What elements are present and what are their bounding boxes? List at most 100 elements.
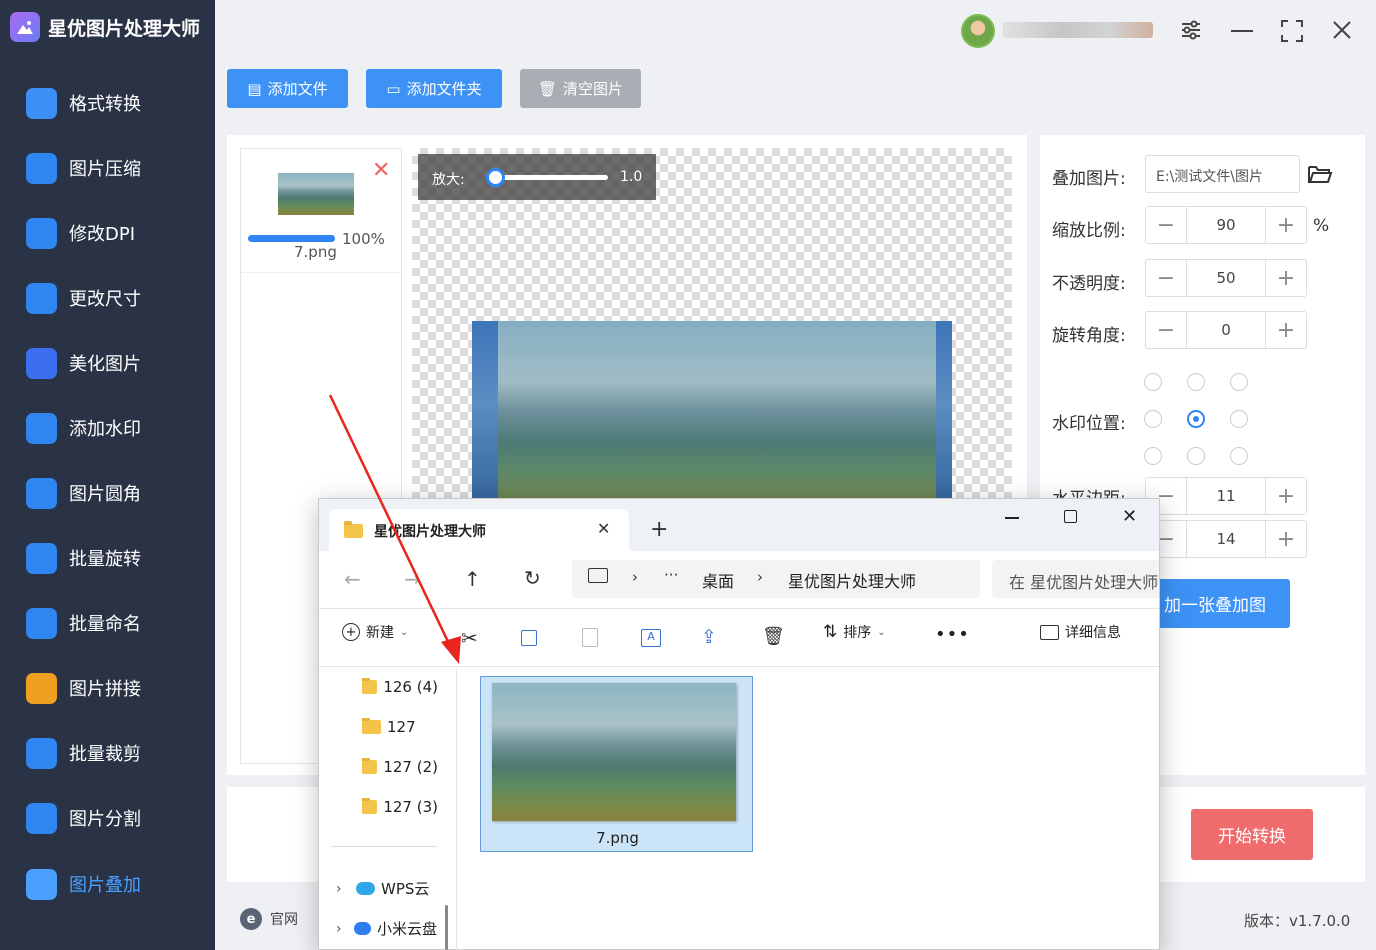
sidebar-item-5[interactable]: 美化图片 <box>26 343 141 383</box>
explorer-maximize-icon[interactable] <box>1064 510 1077 523</box>
position-radio-4[interactable] <box>1144 410 1162 428</box>
position-radio-9[interactable] <box>1230 447 1248 465</box>
position-radio-7[interactable] <box>1144 447 1162 465</box>
minimize-icon[interactable] <box>1231 30 1253 32</box>
paste-icon[interactable] <box>582 628 598 647</box>
sidebar-item-12[interactable]: 图片分割 <box>26 798 141 838</box>
tree-item-label: 127 (2) <box>383 758 438 776</box>
share-icon[interactable]: ⇪ <box>701 626 717 648</box>
official-site-link[interactable]: e 官网 <box>240 908 298 930</box>
sort-button[interactable]: ⇅ 排序 ⌄ <box>823 622 886 642</box>
zoom-slider[interactable] <box>486 168 608 187</box>
file-icon: ▤ <box>247 79 262 98</box>
image-compress-icon <box>26 152 57 184</box>
position-radio-2[interactable] <box>1187 373 1205 391</box>
file-name: 7.png <box>294 243 337 261</box>
rename-icon[interactable]: A <box>641 629 661 647</box>
opacity-decrement-button[interactable]: − <box>1146 260 1186 296</box>
clear-images-label: 清空图片 <box>563 80 624 98</box>
file-grid-item[interactable]: 7.png <box>480 676 753 852</box>
v-margin-value[interactable]: 14 <box>1186 521 1266 557</box>
sidebar-item-9[interactable]: 批量命名 <box>26 603 141 643</box>
settings-sliders-icon[interactable] <box>1180 19 1202 45</box>
sidebar-item-6[interactable]: 添加水印 <box>26 408 141 448</box>
up-icon[interactable]: ↑ <box>464 567 481 591</box>
scale-value[interactable]: 90 <box>1186 207 1266 243</box>
sidebar-item-4[interactable]: 更改尺寸 <box>26 278 141 318</box>
sidebar-item-3[interactable]: 修改DPI <box>26 213 135 253</box>
opacity-increment-button[interactable]: + <box>1266 260 1306 296</box>
chevron-right-icon[interactable]: › <box>336 921 348 937</box>
rotate-decrement-button[interactable]: − <box>1146 312 1186 348</box>
rotate-value[interactable]: 0 <box>1186 312 1266 348</box>
delete-icon[interactable]: 🗑 <box>762 626 785 647</box>
position-radio-3[interactable] <box>1230 373 1248 391</box>
start-convert-button[interactable]: 开始转换 <box>1191 809 1313 860</box>
zoom-slider-handle[interactable] <box>486 168 505 187</box>
sidebar-item-1[interactable]: 格式转换 <box>26 83 141 123</box>
file-item[interactable]: ✕ 100% 7.png <box>241 149 401 273</box>
scale-decrement-button[interactable]: − <box>1146 207 1186 243</box>
scale-increment-button[interactable]: + <box>1266 207 1306 243</box>
sidebar-item-10[interactable]: 图片拼接 <box>26 668 141 708</box>
scale-stepper: − 90 + <box>1145 206 1307 244</box>
tree-item[interactable]: 127 (2) <box>362 758 438 776</box>
opacity-stepper: − 50 + <box>1145 259 1307 297</box>
maximize-icon[interactable] <box>1281 20 1303 46</box>
overlay-path-input[interactable]: E:\测试文件\图片 <box>1145 155 1300 193</box>
sidebar-item-11[interactable]: 批量裁剪 <box>26 733 141 773</box>
position-radio-6[interactable] <box>1230 410 1248 428</box>
sidebar-item-2[interactable]: 图片压缩 <box>26 148 141 188</box>
chevron-down-icon: ⌄ <box>877 626 886 638</box>
add-folder-button[interactable]: ▭ 添加文件夹 <box>366 69 502 108</box>
tree-item[interactable]: › 小米云盘 <box>336 918 437 939</box>
chevron-right-icon[interactable]: › <box>336 881 350 897</box>
file-grid-name: 7.png <box>596 829 639 847</box>
search-input[interactable]: 在 星优图片处理大师 <box>992 560 1159 598</box>
tree-item[interactable]: 127 <box>362 718 438 736</box>
clear-images-button[interactable]: 🗑 清空图片 <box>520 69 641 108</box>
tree-item[interactable]: 126 (4) <box>362 678 438 696</box>
v-margin-stepper: − 14 + <box>1145 520 1307 558</box>
beautify-icon <box>26 347 57 379</box>
new-tab-icon[interactable]: + <box>650 517 668 542</box>
remove-file-icon[interactable]: ✕ <box>372 160 390 182</box>
breadcrumb-folder[interactable]: 星优图片处理大师 <box>788 568 916 592</box>
zoom-control: 放大: 1.0 <box>418 154 656 200</box>
refresh-icon[interactable]: ↻ <box>524 566 541 590</box>
more-options-icon[interactable]: ••• <box>935 624 970 645</box>
sidebar-item-label: 批量命名 <box>69 614 141 635</box>
tree-item[interactable]: › WPS云 <box>336 878 437 899</box>
h-margin-value[interactable]: 11 <box>1186 478 1266 514</box>
explorer-close-icon[interactable]: ✕ <box>1122 506 1137 527</box>
overlay-label: 叠加图片: <box>1052 169 1126 189</box>
v-margin-increment-button[interactable]: + <box>1266 521 1306 557</box>
close-icon[interactable] <box>1332 20 1352 44</box>
details-button[interactable]: 详细信息 <box>1040 622 1121 642</box>
tab-close-icon[interactable]: ✕ <box>597 519 610 538</box>
sidebar-item-label: 批量裁剪 <box>69 744 141 765</box>
scale-unit: % <box>1313 216 1330 236</box>
rotate-increment-button[interactable]: + <box>1266 312 1306 348</box>
sidebar-item-8[interactable]: 批量旋转 <box>26 538 141 578</box>
copy-icon[interactable] <box>521 630 537 646</box>
opacity-value[interactable]: 50 <box>1186 260 1266 296</box>
more-path-icon[interactable]: ··· <box>664 566 678 584</box>
position-radio-1[interactable] <box>1144 373 1162 391</box>
tree-item[interactable]: 127 (3) <box>362 798 438 816</box>
breadcrumb-desktop[interactable]: 桌面 <box>702 568 734 592</box>
address-bar[interactable]: › ··· 桌面 › 星优图片处理大师 <box>572 560 980 598</box>
open-folder-icon[interactable] <box>1307 163 1333 189</box>
h-margin-increment-button[interactable]: + <box>1266 478 1306 514</box>
rotate-icon <box>26 542 57 574</box>
sidebar-item-13[interactable]: 图片叠加 <box>26 864 141 904</box>
position-radio-8[interactable] <box>1187 447 1205 465</box>
sidebar-item-7[interactable]: 图片圆角 <box>26 473 141 513</box>
explorer-minimize-icon[interactable] <box>1005 517 1019 519</box>
tree-scrollbar[interactable] <box>445 905 448 950</box>
position-radio-5[interactable] <box>1187 410 1205 428</box>
add-file-button[interactable]: ▤ 添加文件 <box>227 69 348 108</box>
add-overlay-button[interactable]: 加一张叠加图 <box>1140 579 1290 628</box>
resize-icon <box>26 282 57 314</box>
avatar[interactable] <box>961 14 995 48</box>
